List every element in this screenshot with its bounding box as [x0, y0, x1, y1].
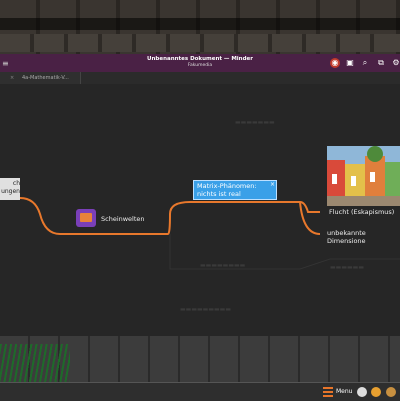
street-photo-svg: [327, 146, 400, 206]
scheinwelten-image-icon: [76, 209, 96, 227]
node-left-text: ch ungen: [1, 180, 20, 195]
node-scheinwelten[interactable]: Scheinwelten: [101, 215, 145, 223]
apps-grid-icon: [323, 387, 333, 397]
menu-label: Menu: [336, 388, 353, 395]
desktop-wallpaper-top: [0, 0, 400, 54]
settings-icon[interactable]: ⚙: [391, 58, 400, 68]
tray-update-icon[interactable]: [386, 387, 396, 397]
node-unbekannte[interactable]: unbekannte Dimensione: [327, 229, 400, 245]
desktop-wallpaper-bottom: [0, 336, 400, 382]
window-subtitle: Fakumedia: [187, 63, 213, 68]
window-title: Unbenanntes Dokument — Minder: [147, 56, 253, 62]
image-icon[interactable]: ▣: [345, 58, 355, 68]
tab-close-icon[interactable]: ×: [10, 72, 14, 84]
selected-node-text: Matrix-Phänomen: nichts ist real: [197, 182, 257, 198]
ghost-node: ▬▬▬▬▬▬▬▬: [200, 262, 246, 269]
search-icon[interactable]: ⌕: [360, 58, 370, 68]
tab-label: 4a-Mathematik-V...: [22, 75, 69, 81]
colorful-street-photo: [327, 146, 400, 206]
tab-document[interactable]: × 4a-Mathematik-V...: [0, 72, 81, 84]
window-titlebar[interactable]: ≡ Unbenanntes Dokument — Minder Fakumedi…: [0, 54, 400, 72]
taskbar-panel: Menu: [0, 382, 400, 401]
node-close-icon[interactable]: ×: [270, 181, 275, 189]
tray-app-icon[interactable]: [371, 387, 381, 397]
ghost-node: ▬▬▬▬▬▬: [330, 264, 365, 271]
record-icon[interactable]: ◉: [330, 58, 340, 68]
ghost-node: ▬▬▬▬▬▬▬▬▬: [180, 306, 232, 313]
mindmap-node-left[interactable]: ch ungen: [0, 178, 20, 200]
export-icon[interactable]: ⧉: [376, 58, 386, 68]
clock-icon[interactable]: [357, 387, 367, 397]
node-flucht[interactable]: Flucht (Eskapismus): [329, 208, 394, 216]
node-selected-matrix[interactable]: Matrix-Phänomen: nichts ist real ×: [193, 180, 277, 200]
ghost-node: ▬▬▬▬▬▬▬: [235, 119, 275, 126]
taskbar-menu-button[interactable]: Menu: [323, 386, 353, 398]
